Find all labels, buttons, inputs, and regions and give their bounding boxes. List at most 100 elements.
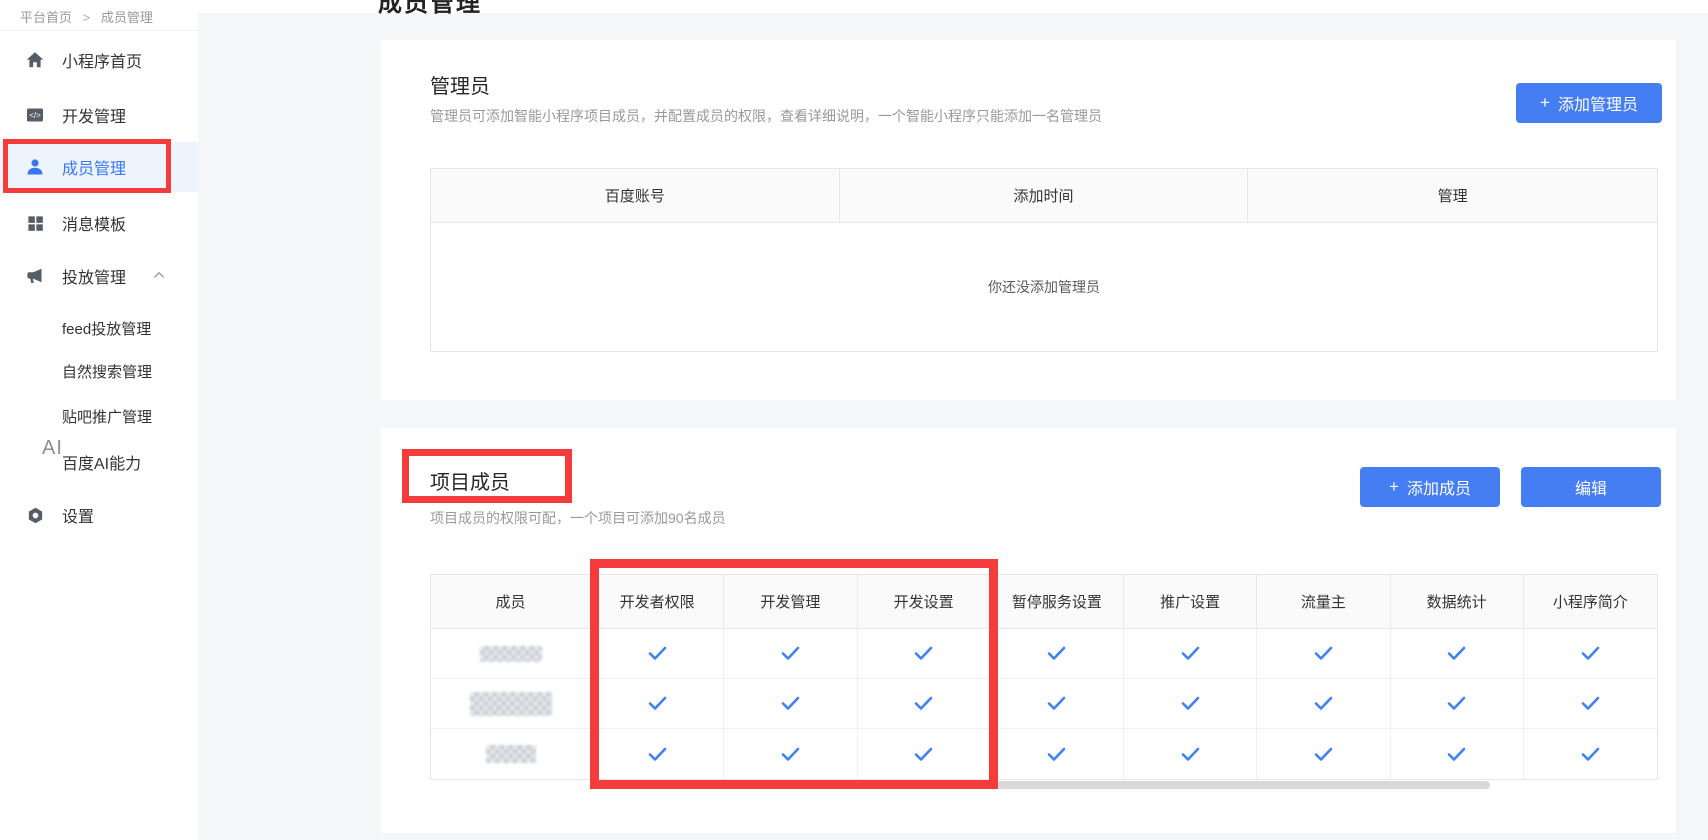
check-icon [1447, 747, 1466, 762]
check-icon [648, 696, 667, 711]
permission-cell [858, 629, 991, 679]
sidebar: 小程序首页 </> 开发管理 成员管理 消息模板 投放管理 feed投放管理 自… [0, 0, 198, 840]
check-icon [1047, 646, 1066, 661]
home-icon [24, 49, 46, 71]
check-icon [1181, 696, 1200, 711]
svg-text:</>: </> [29, 111, 41, 120]
sidebar-item-tieba-promotion[interactable]: 贴吧推广管理 [0, 391, 198, 441]
sidebar-item-members[interactable]: 成员管理 [0, 142, 198, 192]
add-admin-button[interactable]: + 添加管理员 [1516, 83, 1662, 123]
edit-members-button-label: 编辑 [1575, 475, 1607, 499]
breadcrumb-separator: > [83, 10, 91, 25]
check-icon [1581, 747, 1600, 762]
permission-cell [1257, 629, 1390, 679]
check-icon [781, 646, 800, 661]
sidebar-item-home[interactable]: 小程序首页 [0, 35, 198, 85]
permission-cell [591, 629, 724, 679]
chevron-up-icon [150, 266, 168, 289]
member-card-description: 项目成员的权限可配，一个项目可添加90名成员 [430, 508, 726, 528]
add-member-button[interactable]: + 添加成员 [1360, 467, 1500, 507]
check-icon [914, 696, 933, 711]
breadcrumb: 平台首页 > 成员管理 [20, 7, 153, 26]
check-icon [1314, 747, 1333, 762]
check-icon [1314, 646, 1333, 661]
sidebar-item-label: 小程序首页 [62, 48, 142, 72]
ai-icon: AI [24, 451, 46, 473]
member-card: 项目成员 项目成员的权限可配，一个项目可添加90名成员 + 添加成员 编辑 成员… [381, 428, 1676, 833]
sidebar-item-baidu-ai[interactable]: AI 百度AI能力 [0, 437, 198, 487]
sidebar-item-label: 自然搜索管理 [62, 361, 152, 382]
redacted-member-name [486, 745, 536, 763]
check-icon [914, 646, 933, 661]
permission-cell [724, 629, 857, 679]
permission-cell [1524, 729, 1657, 779]
sidebar-item-label: 贴吧推广管理 [62, 406, 152, 427]
horizontal-scrollbar[interactable] [890, 781, 1490, 789]
sidebar-item-dev[interactable]: </> 开发管理 [0, 90, 198, 140]
check-icon [648, 646, 667, 661]
check-icon [1581, 646, 1600, 661]
sidebar-item-label: feed投放管理 [62, 318, 151, 339]
permission-cell [991, 729, 1124, 779]
member-table-header-cell: 流量主 [1257, 575, 1390, 629]
permission-cell [858, 679, 991, 729]
permission-cell [1391, 729, 1524, 779]
add-admin-button-label: 添加管理员 [1558, 91, 1638, 115]
sidebar-item-label: 投放管理 [62, 264, 126, 288]
breadcrumb-current: 成员管理 [101, 10, 153, 25]
check-icon [914, 747, 933, 762]
member-table-header: 成员开发者权限开发管理开发设置暂停服务设置推广设置流量主数据统计小程序简介 [431, 575, 1657, 629]
member-table-body [431, 629, 1657, 779]
check-icon [1181, 646, 1200, 661]
page-title: 成员管理 [378, 0, 482, 18]
check-icon [781, 696, 800, 711]
add-member-button-label: 添加成员 [1407, 475, 1471, 499]
permission-cell [724, 679, 857, 729]
sidebar-item-promotion[interactable]: 投放管理 [0, 251, 198, 301]
gear-icon [24, 504, 46, 526]
member-table-header-cell: 开发管理 [724, 575, 857, 629]
edit-members-button[interactable]: 编辑 [1521, 467, 1661, 507]
member-name-cell [431, 729, 591, 779]
breadcrumb-home-link[interactable]: 平台首页 [20, 10, 72, 25]
member-table-header-cell: 开发设置 [858, 575, 991, 629]
permission-cell [1524, 679, 1657, 729]
permission-cell [1124, 629, 1257, 679]
check-icon [1581, 696, 1600, 711]
permission-cell [1391, 679, 1524, 729]
sidebar-item-label: 成员管理 [62, 155, 126, 179]
permission-cell [1524, 629, 1657, 679]
sidebar-item-label: 设置 [62, 503, 94, 527]
member-table-header-cell: 数据统计 [1391, 575, 1524, 629]
admin-card-title: 管理员 [430, 70, 490, 99]
admin-table-header: 百度账号添加时间管理 [431, 169, 1657, 223]
sidebar-item-natural-search[interactable]: 自然搜索管理 [0, 346, 198, 396]
check-icon [1047, 696, 1066, 711]
check-icon [648, 747, 667, 762]
admin-table-header-cell: 管理 [1248, 169, 1657, 223]
admin-table-header-cell: 百度账号 [431, 169, 840, 223]
admin-card-description: 管理员可添加智能小程序项目成员，并配置成员的权限，查看详细说明，一个智能小程序只… [430, 106, 1102, 126]
sidebar-item-message-template[interactable]: 消息模板 [0, 198, 198, 248]
permission-cell [991, 679, 1124, 729]
check-icon [1047, 747, 1066, 762]
redacted-member-name [470, 692, 552, 716]
admin-table-header-cell: 添加时间 [840, 169, 1249, 223]
check-icon [781, 747, 800, 762]
redacted-member-name [480, 646, 542, 662]
permission-cell [1391, 629, 1524, 679]
check-icon [1181, 747, 1200, 762]
admin-table: 百度账号添加时间管理 你还没添加管理员 [430, 168, 1658, 352]
check-icon [1314, 696, 1333, 711]
admin-card: 管理员 管理员可添加智能小程序项目成员，并配置成员的权限，查看详细说明，一个智能… [381, 40, 1676, 400]
dev-icon: </> [24, 104, 46, 126]
member-table-header-cell: 成员 [431, 575, 591, 629]
permission-cell [724, 729, 857, 779]
sidebar-item-label: 消息模板 [62, 211, 126, 235]
sidebar-item-label: 开发管理 [62, 103, 126, 127]
permission-cell [1124, 679, 1257, 729]
permission-cell [1124, 729, 1257, 779]
megaphone-icon [24, 265, 46, 287]
sidebar-item-settings[interactable]: 设置 [0, 490, 198, 540]
check-icon [1447, 646, 1466, 661]
